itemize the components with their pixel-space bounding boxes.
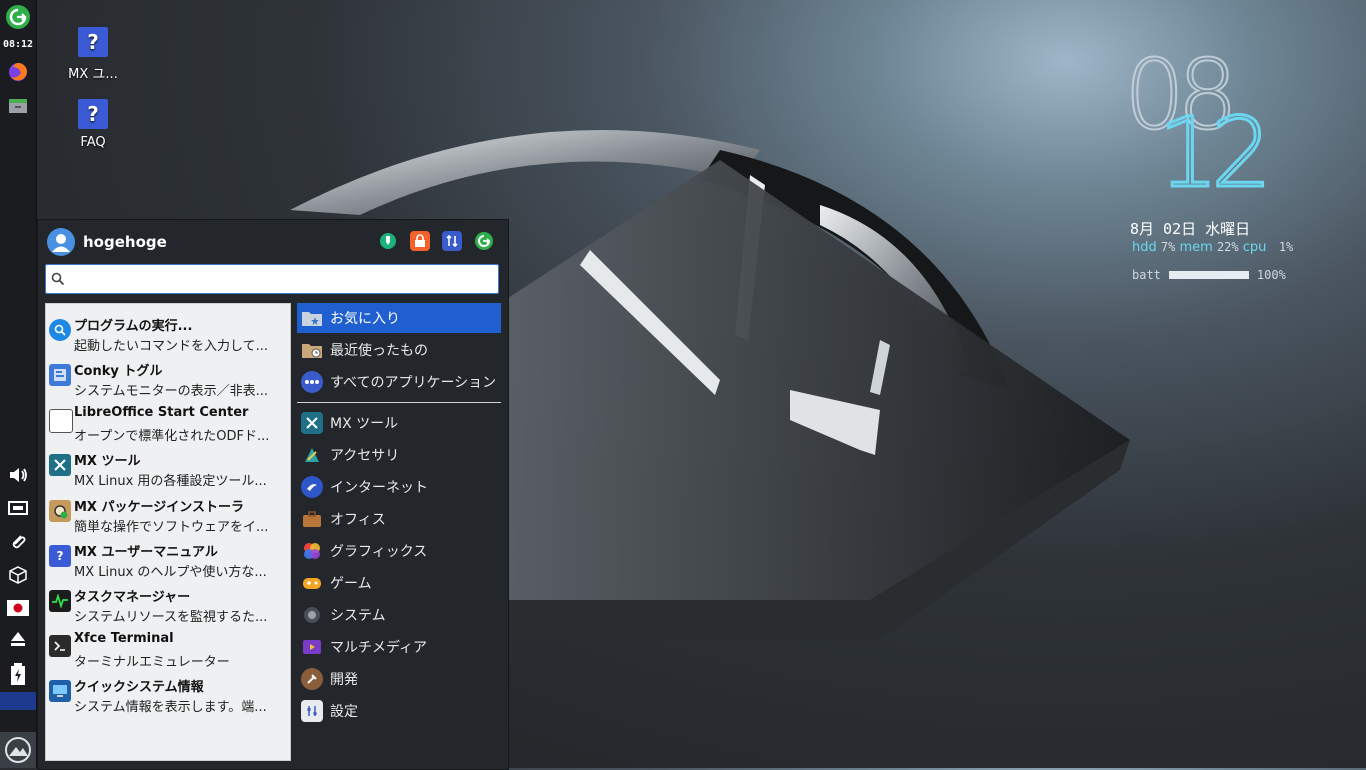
- active-window-indicator[interactable]: [0, 692, 36, 710]
- conky-battery: batt 100%: [1132, 268, 1286, 282]
- libreoffice-icon: [49, 409, 73, 433]
- list-item[interactable]: ? MX ユーザーマニュアル MX Linux のヘルプや使い方な...: [46, 535, 290, 580]
- wrench-gear-icon: [380, 233, 396, 249]
- category-games[interactable]: ゲーム: [297, 568, 501, 598]
- conky-widget: 08 12 8月 02日 水曜日 hdd 7% mem 22% cpu 1% b…: [1120, 39, 1350, 300]
- conky-stats: hdd 7% mem 22% cpu 1%: [1132, 240, 1294, 255]
- logout-button[interactable]: [474, 231, 494, 251]
- category-development[interactable]: 開発: [297, 664, 501, 694]
- category-list: お気に入り 最近使ったもの すべてのアプリケーション MX ツール アクセサリ …: [297, 303, 502, 761]
- accessories-icon: [301, 444, 323, 466]
- settings-sliders-icon: [301, 700, 323, 722]
- package-installer-icon: [49, 500, 71, 522]
- eject-icon[interactable]: [4, 625, 32, 653]
- logout-icon: [475, 232, 493, 250]
- search-input[interactable]: [70, 269, 490, 289]
- mx-menu-button[interactable]: [0, 732, 36, 768]
- favorites-list: プログラムの実行... 起動したいコマンドを入力して... Conky トグル …: [45, 303, 291, 761]
- switch-arrows-icon: [446, 234, 458, 248]
- panel-clock[interactable]: 08:12: [0, 39, 36, 50]
- category-separator: [297, 402, 501, 403]
- side-panel: 08:12: [0, 0, 37, 768]
- mx-tools-icon: [49, 454, 71, 476]
- mx-tools-icon: [301, 412, 323, 434]
- category-system[interactable]: システム: [297, 600, 501, 630]
- menu-header: hogehoge: [38, 220, 508, 264]
- keyboard-layout-flag-icon[interactable]: [4, 594, 32, 622]
- help-icon: ?: [78, 99, 108, 129]
- switch-user-button[interactable]: [442, 231, 462, 251]
- application-menu: hogehoge プログラムの実行... 起動したいコマンドを入力して... C…: [37, 219, 509, 770]
- desktop-icon-mx-manual[interactable]: ? MX ユ...: [53, 27, 133, 82]
- terminal-icon: [49, 635, 71, 657]
- lock-screen-button[interactable]: [410, 231, 430, 251]
- folder-star-icon: [301, 307, 323, 329]
- folder-clock-icon: [301, 339, 323, 361]
- category-recent[interactable]: 最近使ったもの: [297, 335, 501, 365]
- battery-icon[interactable]: [4, 660, 32, 688]
- category-settings[interactable]: 設定: [297, 696, 501, 726]
- list-item[interactable]: Conky トグル システムモニターの表示／非表...: [46, 354, 290, 399]
- settings-manager-button[interactable]: [378, 231, 398, 251]
- help-icon: ?: [78, 27, 108, 57]
- search-box[interactable]: [45, 264, 499, 294]
- package-updater-icon[interactable]: [4, 561, 32, 589]
- conky-toggle-icon: [49, 364, 71, 386]
- list-item[interactable]: Xfce Terminal ターミナルエミュレーター: [46, 625, 290, 670]
- run-program-icon: [49, 319, 71, 341]
- username: hogehoge: [83, 233, 167, 251]
- search-icon: [51, 272, 65, 286]
- list-item[interactable]: プログラムの実行... 起動したいコマンドを入力して...: [46, 309, 290, 354]
- volume-icon[interactable]: [4, 461, 32, 489]
- network-icon[interactable]: [4, 494, 32, 522]
- file-manager-icon[interactable]: [4, 92, 32, 120]
- conky-date: 8月 02日 水曜日: [1130, 220, 1251, 238]
- logout-icon[interactable]: [4, 3, 32, 31]
- hammer-icon: [301, 668, 323, 690]
- battery-bar: [1168, 271, 1249, 279]
- quick-system-info-icon: [49, 680, 71, 702]
- system-gear-icon: [301, 604, 323, 626]
- category-office[interactable]: オフィス: [297, 504, 501, 534]
- category-internet[interactable]: インターネット: [297, 472, 501, 502]
- list-item[interactable]: MX ツール MX Linux 用の各種設定ツール...: [46, 444, 290, 489]
- internet-globe-icon: [301, 476, 323, 498]
- list-item[interactable]: クイックシステム情報 システム情報を表示します。端...: [46, 670, 290, 715]
- conky-minute: 12: [1156, 97, 1273, 210]
- gamepad-icon: [301, 572, 323, 594]
- task-manager-icon: [49, 590, 71, 612]
- all-apps-icon: [301, 371, 323, 393]
- graphics-icon: [301, 540, 323, 562]
- multimedia-icon: [301, 636, 323, 658]
- category-graphics[interactable]: グラフィックス: [297, 536, 501, 566]
- category-favorites[interactable]: お気に入り: [297, 303, 501, 333]
- lock-icon: [415, 234, 425, 247]
- list-item[interactable]: タスクマネージャー システムリソースを監視するた...: [46, 580, 290, 625]
- category-all-applications[interactable]: すべてのアプリケーション: [297, 367, 501, 397]
- desktop-icon-faq[interactable]: ? FAQ: [53, 99, 133, 150]
- category-multimedia[interactable]: マルチメディア: [297, 632, 501, 662]
- firefox-icon[interactable]: [4, 58, 32, 86]
- briefcase-icon: [301, 508, 323, 530]
- list-item[interactable]: MX パッケージインストーラ 簡単な操作でソフトウェアをイ...: [46, 490, 290, 535]
- clipboard-icon[interactable]: [4, 528, 32, 556]
- list-item[interactable]: LibreOffice Start Center オープンで標準化されたODFド…: [46, 399, 290, 444]
- category-mx-tools[interactable]: MX ツール: [297, 408, 501, 438]
- help-icon: ?: [49, 545, 71, 567]
- user-avatar-icon: [47, 228, 75, 256]
- category-accessories[interactable]: アクセサリ: [297, 440, 501, 470]
